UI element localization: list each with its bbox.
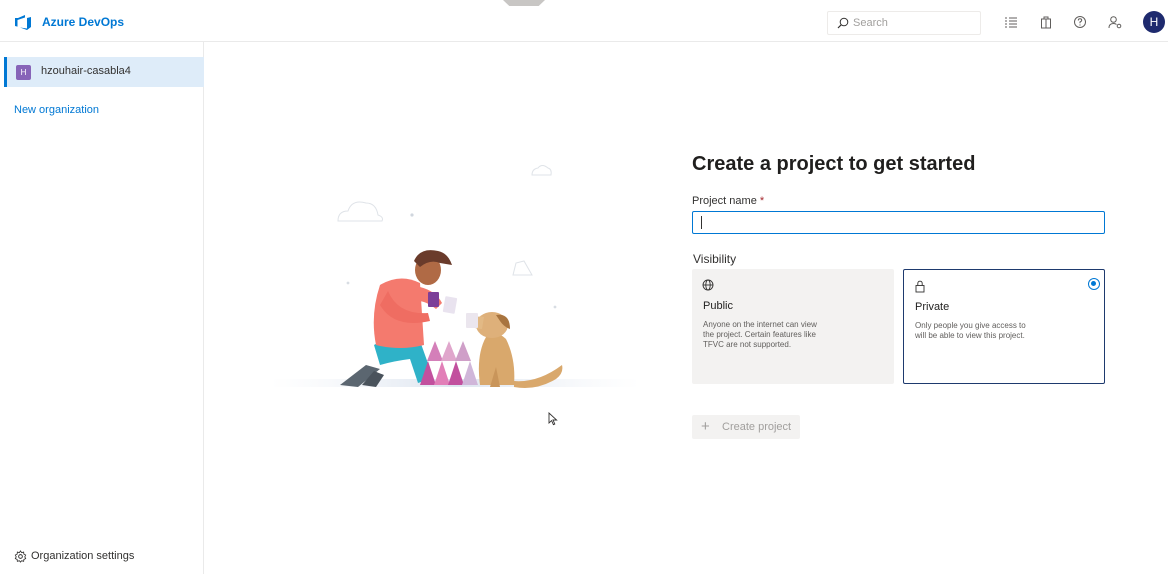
user-avatar[interactable]: H — [1143, 11, 1165, 33]
visibility-label: Visibility — [693, 252, 737, 266]
person-with-dog-illustration — [270, 165, 640, 388]
globe-icon — [702, 279, 714, 291]
sidebar: H hzouhair-casabla4 New organization Org… — [0, 42, 204, 574]
required-marker: * — [759, 195, 765, 207]
project-name-label: Project name * — [692, 195, 764, 207]
organization-settings-label: Organization settings — [31, 550, 135, 562]
top-notch — [503, 0, 545, 6]
create-project-label: Create project — [722, 421, 792, 433]
search-icon — [837, 17, 849, 29]
search-input[interactable] — [853, 14, 973, 32]
text-caret — [701, 216, 702, 229]
visibility-option-description: Anyone on the internet can view the proj… — [703, 320, 817, 349]
user-settings-icon[interactable] — [1108, 15, 1122, 29]
lock-icon — [915, 280, 925, 293]
page-title: Create a project to get started — [692, 153, 976, 175]
visibility-option-description: Only people you give access to will be a… — [915, 321, 1026, 340]
project-name-input[interactable] — [692, 211, 1105, 234]
project-name-label-text: Project name — [692, 195, 757, 207]
selected-radio-indicator[interactable] — [1088, 278, 1100, 290]
search-box[interactable] — [827, 11, 981, 35]
plus-icon: + — [701, 418, 710, 435]
organization-name: hzouhair-casabla4 — [41, 65, 131, 77]
app-title[interactable]: Azure DevOps — [42, 15, 124, 29]
visibility-option-title: Public — [703, 300, 733, 312]
new-organization-link[interactable]: New organization — [14, 104, 99, 116]
gear-icon — [14, 550, 27, 563]
visibility-option-title: Private — [915, 301, 950, 313]
help-icon[interactable] — [1073, 15, 1087, 29]
top-bar: Azure DevOps H — [0, 0, 1168, 42]
azure-devops-logo-icon[interactable] — [14, 14, 32, 30]
visibility-option-private[interactable]: Private Only people you give access to w… — [903, 269, 1105, 384]
sidebar-item-organization[interactable]: H hzouhair-casabla4 — [4, 57, 204, 87]
organization-badge: H — [16, 65, 31, 80]
create-project-button[interactable]: + Create project — [692, 415, 800, 439]
marketplace-bag-icon[interactable] — [1039, 15, 1053, 29]
mouse-pointer-icon — [548, 412, 558, 426]
task-list-icon[interactable] — [1004, 15, 1018, 29]
visibility-option-public[interactable]: Public Anyone on the internet can view t… — [692, 269, 894, 384]
